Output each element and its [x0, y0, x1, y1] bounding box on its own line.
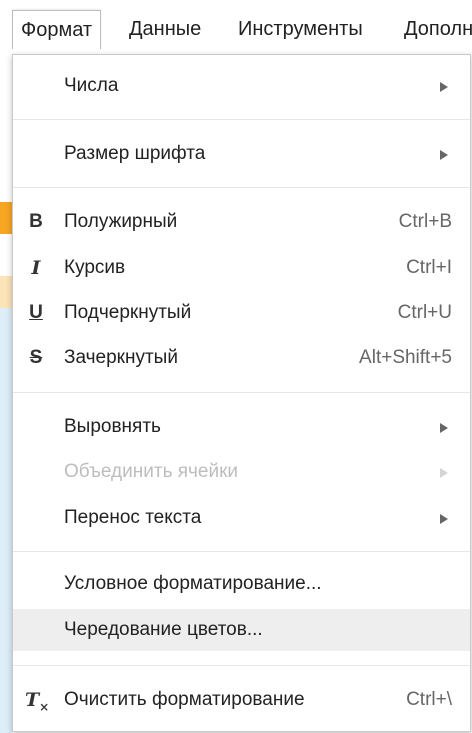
- submenu-arrow-icon: [440, 468, 448, 478]
- menu-item-label: Условное форматирование...: [64, 573, 322, 594]
- submenu-arrow-icon: [440, 82, 448, 92]
- menu-item-label: Зачеркнутый: [64, 347, 178, 368]
- menu-item-conditional-formatting[interactable]: Условное форматирование...: [13, 563, 470, 605]
- menu-item-wrap-text[interactable]: Перенос текста: [13, 497, 470, 539]
- clear-formatting-icon: T×: [25, 679, 50, 728]
- menu-item-shortcut: Alt+Shift+5: [359, 347, 452, 368]
- italic-icon: I: [31, 257, 41, 279]
- menu-item-bold[interactable]: B Полужирный Ctrl+B: [13, 201, 470, 243]
- menu-item-italic[interactable]: I Курсив Ctrl+I: [13, 247, 470, 289]
- menu-item-label: Чередование цветов...: [64, 619, 263, 640]
- menu-item-alternating-colors[interactable]: Чередование цветов...: [13, 609, 470, 651]
- sheet-row-orange: [0, 202, 12, 234]
- menu-item-clear-formatting[interactable]: T× Очистить форматирование Ctrl+\: [13, 679, 470, 721]
- strikethrough-icon: S: [29, 347, 43, 368]
- menu-tools[interactable]: Инструменты: [230, 10, 371, 48]
- menu-item-label: Выровнять: [64, 416, 161, 437]
- menu-separator: [13, 392, 470, 393]
- underline-icon: U: [29, 302, 43, 323]
- menu-separator: [13, 665, 470, 666]
- menu-format[interactable]: Формат: [12, 10, 102, 49]
- submenu-arrow-icon: [440, 423, 448, 433]
- sheet-row-light-orange: [0, 276, 12, 308]
- menu-item-align[interactable]: Выровнять: [13, 406, 470, 448]
- spreadsheet-background: [0, 52, 12, 733]
- menu-item-label: Числа: [64, 75, 119, 96]
- menu-item-label: Очистить форматирование: [64, 689, 305, 710]
- bold-icon: B: [29, 211, 43, 232]
- menu-item-label: Подчеркнутый: [64, 302, 192, 323]
- sheet-row-light-blue: [0, 308, 12, 733]
- menu-item-shortcut: Ctrl+B: [398, 211, 452, 232]
- menu-item-numbers[interactable]: Числа: [13, 65, 470, 107]
- menu-item-label: Перенос текста: [64, 507, 202, 528]
- menu-item-font-size[interactable]: Размер шрифта: [13, 133, 470, 175]
- submenu-arrow-icon: [440, 150, 448, 160]
- menu-item-shortcut: Ctrl+\: [406, 689, 452, 710]
- format-dropdown-menu: Числа Размер шрифта B Полужирный Ctrl+B …: [12, 54, 471, 732]
- menu-separator: [13, 187, 470, 188]
- clear-formatting-glyph: T: [25, 689, 40, 711]
- menu-item-label: Объединить ячейки: [64, 461, 239, 482]
- clear-x-mark: ×: [39, 699, 50, 714]
- menu-item-strikethrough[interactable]: S Зачеркнутый Alt+Shift+5: [13, 337, 470, 379]
- submenu-arrow-icon: [440, 514, 448, 524]
- menu-item-underline[interactable]: U Подчеркнутый Ctrl+U: [13, 292, 470, 334]
- menu-item-label: Размер шрифта: [64, 143, 206, 164]
- menu-item-shortcut: Ctrl+I: [406, 257, 452, 278]
- menu-item-shortcut: Ctrl+U: [397, 302, 452, 323]
- menu-bar: Формат Данные Инструменты Дополн: [0, 0, 472, 54]
- menu-item-label: Курсив: [64, 257, 126, 278]
- menu-addons[interactable]: Дополн: [396, 10, 472, 48]
- menu-data[interactable]: Данные: [121, 10, 209, 48]
- menu-item-label: Полужирный: [64, 211, 178, 232]
- menu-separator: [13, 119, 470, 120]
- menu-item-merge-cells: Объединить ячейки: [13, 451, 470, 493]
- menu-separator: [13, 551, 470, 552]
